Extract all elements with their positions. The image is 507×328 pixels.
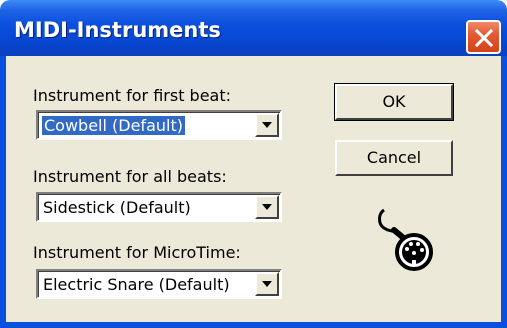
all-beats-value: Sidestick (Default) bbox=[43, 198, 191, 217]
first-beat-value: Cowbell (Default) bbox=[42, 116, 185, 135]
title-bar[interactable]: MIDI-Instruments bbox=[0, 0, 507, 56]
chevron-down-icon bbox=[262, 281, 272, 287]
cancel-button[interactable]: Cancel bbox=[335, 140, 453, 176]
all-beats-label: Instrument for all beats: bbox=[33, 167, 227, 186]
midi-instruments-dialog: MIDI-Instruments Instrument for first be… bbox=[0, 0, 507, 328]
microtime-label: Instrument for MicroTime: bbox=[33, 243, 241, 262]
dialog-body: Instrument for first beat: Cowbell (Defa… bbox=[6, 56, 501, 322]
all-beats-dropdown-button[interactable] bbox=[255, 195, 279, 219]
chevron-down-icon bbox=[262, 204, 272, 210]
first-beat-dropdown-button[interactable] bbox=[255, 113, 279, 137]
close-button[interactable] bbox=[466, 20, 501, 54]
close-icon bbox=[474, 28, 494, 48]
first-beat-label: Instrument for first beat: bbox=[33, 86, 232, 105]
window-title: MIDI-Instruments bbox=[14, 18, 221, 42]
microtime-value: Electric Snare (Default) bbox=[43, 275, 230, 294]
midi-plug-icon bbox=[378, 208, 433, 271]
ok-button[interactable]: OK bbox=[334, 83, 454, 121]
first-beat-select[interactable]: Cowbell (Default) bbox=[36, 110, 282, 140]
all-beats-select[interactable]: Sidestick (Default) bbox=[36, 192, 282, 222]
chevron-down-icon bbox=[262, 122, 272, 128]
microtime-dropdown-button[interactable] bbox=[255, 272, 279, 296]
microtime-select[interactable]: Electric Snare (Default) bbox=[36, 269, 282, 299]
